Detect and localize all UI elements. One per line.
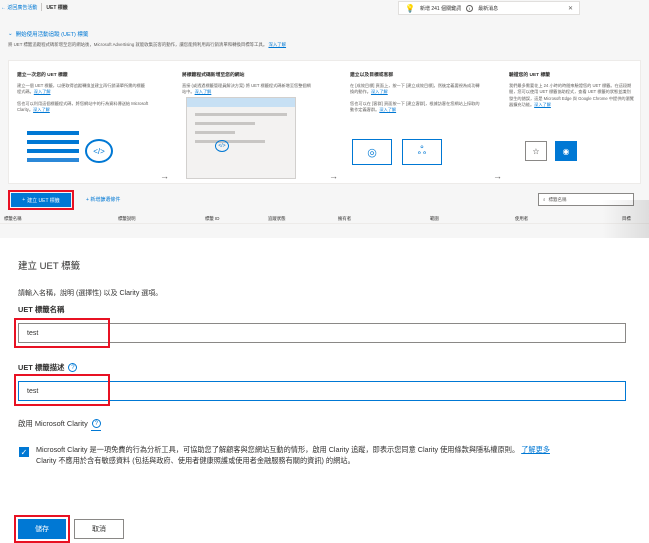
target-icon: ◎ [352, 139, 392, 165]
highlight-box [14, 515, 70, 543]
card-title: 建立一次您的 UET 標籤 [17, 73, 68, 78]
card-title: 驗證您的 UET 標籤 [509, 73, 551, 78]
breadcrumb: ← 返回廣告活動 UET 標籤 [1, 1, 68, 13]
card-learn-more-link[interactable]: 深入了解 [195, 89, 212, 94]
column-header[interactable]: 使用者 [515, 216, 528, 222]
back-to-campaigns-link[interactable]: ← 返回廣告活動 [1, 4, 37, 11]
card-body-2: 您也可以在 [客群] 頁面按一下 [建立客群]，根據訪客在您網站上採取的動作定義… [350, 100, 480, 113]
learn-title: 開始使用活動追蹤 (UET) 標籤 [15, 32, 89, 38]
learn-description: 將 UET 標籤追蹤程式碼新增至您的網站後，Microsoft Advertis… [8, 42, 287, 47]
info-icon[interactable]: i [466, 4, 474, 12]
goals-illustration: ◎ ஃ [352, 139, 442, 165]
clarity-checkbox[interactable]: ✓ [19, 447, 29, 457]
card-add-code: 將標籤程式碼新增至您的網站 直接 (或透過標籤管理員解決方案) 將 UET 標籤… [174, 61, 322, 185]
audience-icon: ஃ [402, 139, 442, 165]
edge-icon: ◉ [555, 141, 577, 161]
card-title: 建立以及目標或客群 [350, 73, 394, 78]
learn-section-toggle[interactable]: ⌄ 開始使用活動追蹤 (UET) 標籤 [8, 30, 88, 38]
onboarding-cards: 建立一次您的 UET 標籤 建立一個 UET 標籤，以便取得追蹤轉換並建立再行銷… [8, 60, 641, 184]
card-learn-more-link[interactable]: 深入了解 [534, 102, 551, 107]
code-icon: </> [215, 140, 229, 152]
website-illustration: </> [186, 97, 296, 179]
help-icon[interactable]: ? [68, 363, 78, 372]
cancel-button[interactable]: 取消 [74, 519, 124, 539]
chevron-down-icon: ⌄ [8, 31, 13, 37]
panel-title: 建立 UET 標籤 [18, 261, 81, 272]
card-create-tag: 建立一次您的 UET 標籤 建立一個 UET 標籤，以便取得追蹤轉換並建立再行銷… [9, 61, 157, 185]
plus-icon: + [86, 197, 89, 203]
breadcrumb-divider [41, 3, 43, 11]
column-header[interactable]: 標籤名稱 [4, 216, 22, 222]
card-body: 建立一個 UET 標籤，以便取得追蹤轉換並建立再行銷清單所需的標籤程式碼。深入了… [17, 83, 145, 95]
card-learn-more-link[interactable]: 深入了解 [34, 89, 51, 94]
panel-description: 請輸入名稱，說明 (選擇性) 以及 Clarity 選項。 [18, 290, 163, 297]
star-icon: ☆ [525, 141, 547, 161]
panel-shadow [602, 200, 649, 240]
card-verify-tag: 驗證您的 UET 標籤 我們最多需要花上 24 小時的時間來驗證您的 UET 標… [501, 61, 642, 185]
arrow-right-icon: → [160, 171, 169, 181]
create-tag-panel: 建立 UET 標籤 請輸入名稱，說明 (選擇性) 以及 Clarity 選項。 … [0, 238, 649, 543]
search-icon: ⌕ [543, 197, 546, 202]
column-header[interactable]: 範圍 [430, 216, 439, 222]
notification-bar: 💡 新增 241 個關鍵詞 i 最新消息 ✕ [398, 1, 580, 15]
notification-text[interactable]: 新增 241 個關鍵詞 [420, 5, 461, 12]
browser-extension-illustration: ☆ ◉ [525, 141, 577, 161]
card-learn-more-link[interactable]: 深入了解 [371, 89, 388, 94]
clarity-description: Microsoft Clarity 是一項免費的行為分析工具，可協助您了解顧客與… [36, 445, 550, 466]
tag-code-illustration: </> [27, 131, 127, 181]
latest-news-label[interactable]: 最新消息 [478, 5, 498, 12]
card-create-goal: 建立以及目標或客群 在 [成效目標] 頁面上，按一下 [建立成效目標]，然後定義… [342, 61, 490, 185]
highlight-box [14, 374, 110, 406]
arrow-right-icon: → [329, 171, 338, 181]
card-learn-more-link[interactable]: 深入了解 [379, 107, 396, 112]
highlight-box [8, 190, 74, 210]
card-body-2: 您也可以利用這個標籤程式碼，將您網站中的行為資料傳送給 Microsoft Cl… [17, 100, 149, 113]
add-filter-button[interactable]: + 新增篩選條件 [86, 196, 120, 203]
learn-more-link[interactable]: 了解更多 [521, 445, 550, 454]
card-body: 在 [成效目標] 頁面上，按一下 [建立成效目標]，然後定義要視為成功轉換的動作… [350, 83, 480, 95]
uet-tags-page: ← 返回廣告活動 UET 標籤 💡 新增 241 個關鍵詞 i 最新消息 ✕ ⌄… [0, 0, 649, 238]
card-learn-more-link[interactable]: 深入了解 [33, 107, 50, 112]
column-header[interactable]: 擁有者 [338, 216, 351, 222]
table-header: 標籤名稱 標籤說明 標籤 ID 追蹤狀態 擁有者 範圍 使用者 目標 [0, 214, 649, 224]
help-icon[interactable]: ? [91, 419, 101, 428]
card-body: 直接 (或透過標籤管理員解決方案) 將 UET 標籤程式碼新增至您整個網站中。深… [182, 83, 311, 95]
learn-more-link[interactable]: 深入了解 [268, 42, 286, 47]
lightbulb-icon: 💡 [405, 3, 415, 13]
code-icon: </> [85, 139, 113, 163]
card-body: 我們最多需要花上 24 小時的時間來驗證您的 UET 標籤。在這段期間，您可以使… [509, 83, 634, 108]
close-icon[interactable]: ✕ [568, 5, 573, 12]
description-label: UET 標籤描述 ? [18, 362, 78, 373]
column-header[interactable]: 標籤 ID [205, 216, 219, 222]
name-label: UET 標籤名稱 [18, 305, 65, 314]
column-header[interactable]: 追蹤狀態 [268, 216, 286, 222]
clarity-label: 啟用 Microsoft Clarity ? [18, 418, 101, 429]
column-header[interactable]: 標籤說明 [118, 216, 136, 222]
card-title: 將標籤程式碼新增至您的網站 [182, 73, 245, 78]
breadcrumb-current: UET 標籤 [46, 4, 68, 11]
highlight-box [14, 318, 110, 348]
